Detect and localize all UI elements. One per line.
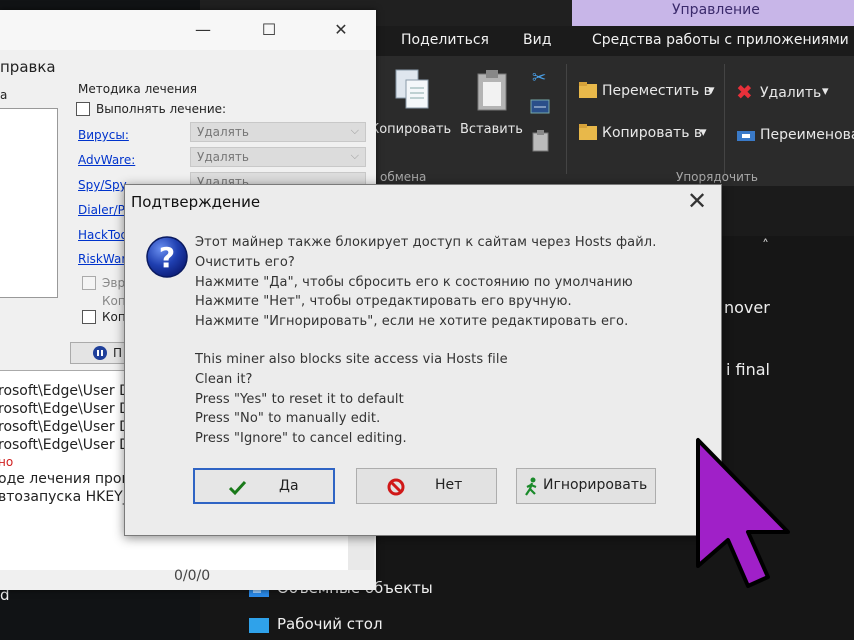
rename-button[interactable]: Переименова (760, 127, 854, 143)
stats-counter: 0/0/0 (174, 568, 211, 584)
confirmation-dialog: Подтверждение ✕ ? Этот майнер также блок… (124, 184, 722, 536)
yes-button[interactable]: Да (193, 468, 335, 504)
paste-button-label[interactable]: Вставить (460, 122, 523, 137)
svg-text:?: ? (159, 241, 175, 274)
list-item[interactable]: nover (724, 298, 770, 317)
message-line: Нажмите "Игнорировать", если не хотите р… (195, 314, 629, 329)
minimize-icon[interactable]: — (192, 20, 214, 39)
message-line: Clean it? (195, 372, 253, 387)
threat-link-viruses[interactable]: Вирусы: (78, 128, 129, 142)
ignore-button-label: Игнорировать (543, 477, 648, 493)
copy-option-label-2: Коп (102, 310, 126, 324)
message-line: Очистить его? (195, 255, 295, 270)
paste-icon[interactable] (476, 68, 510, 118)
threat-link-hacktool[interactable]: HackToo (78, 228, 128, 242)
threat-link-dialer[interactable]: Dialer/P (78, 203, 125, 217)
delete-x-icon[interactable]: ✖ (736, 80, 753, 104)
mouse-pointer-icon (696, 438, 790, 588)
viruses-action-select[interactable]: Удалять ⌵ (190, 122, 366, 142)
message-line: Press "Ignore" to cancel editing. (195, 431, 407, 446)
copy-to-folder-icon[interactable] (578, 122, 598, 146)
tab-manage-context[interactable]: Управление (572, 0, 854, 26)
message-line: Нажмите "Нет", чтобы отредактировать его… (195, 294, 572, 309)
copy-path-icon[interactable] (530, 98, 552, 120)
log-line: втозапуска HKEY_L (0, 489, 138, 505)
log-line: но (0, 455, 14, 469)
copy-button-label[interactable]: Копировать (370, 122, 451, 137)
log-line: rosoft\Edge\User Da (0, 419, 139, 435)
delete-button[interactable]: Удалить (760, 85, 821, 101)
question-icon: ? (145, 235, 189, 279)
message-line: Press "No" to manually edit. (195, 411, 381, 426)
svg-text:✂: ✂ (532, 68, 546, 88)
log-line: rosoft\Edge\User Da (0, 383, 139, 399)
running-figure-icon (525, 477, 537, 496)
copy-to-chevron-down-icon[interactable]: ▾ (700, 125, 707, 140)
rename-icon[interactable] (736, 128, 756, 147)
copy-icon[interactable] (394, 68, 430, 116)
heuristic-label: Эвр (102, 276, 126, 290)
menu-help[interactable]: правка (0, 58, 56, 76)
desktop-folder-icon (248, 616, 270, 634)
dialog-title: Подтверждение (131, 193, 261, 211)
clipboard-group-label: обмена (380, 170, 427, 184)
perform-cure-checkbox[interactable] (76, 102, 90, 116)
message-line: Нажмите "Да", чтобы сбросить его к состо… (195, 275, 633, 290)
ribbon-separator (566, 64, 567, 174)
log-line: rosoft\Edge\User Da (0, 437, 139, 453)
checkmark-icon (229, 480, 247, 496)
threat-link-adware[interactable]: AdvWare: (78, 153, 135, 167)
no-entry-icon (387, 478, 405, 496)
no-button-label: Нет (435, 477, 463, 493)
ignore-button[interactable]: Игнорировать (516, 468, 656, 504)
antivirus-side-list[interactable] (0, 108, 58, 298)
message-line: Этот майнер также блокирует доступ к сай… (195, 235, 657, 250)
nav-item-desktop[interactable]: Рабочий стол (277, 615, 383, 633)
perform-cure-label: Выполнять лечение: (96, 102, 227, 116)
delete-chevron-down-icon[interactable]: ▾ (822, 84, 829, 99)
move-to-button[interactable]: Переместить в (602, 83, 712, 99)
maximize-icon[interactable]: ☐ (258, 20, 280, 39)
pause-button-label: П (113, 346, 123, 360)
move-to-chevron-down-icon[interactable]: ▾ (708, 83, 715, 98)
chevron-down-icon: ⌵ (350, 149, 359, 162)
copy-to-button[interactable]: Копировать в (602, 125, 702, 141)
message-line: This miner also blocks site access via H… (195, 352, 508, 367)
copy-option-label: Коп (102, 294, 126, 308)
tab-app-tools[interactable]: Средства работы с приложениями (592, 32, 849, 48)
close-icon[interactable]: ✕ (330, 20, 352, 39)
heuristic-checkbox[interactable] (82, 276, 96, 290)
threat-link-riskware[interactable]: RiskWar (78, 252, 126, 266)
partial-label: a (0, 88, 8, 102)
adware-action-select[interactable]: Удалять ⌵ (190, 147, 366, 167)
message-line: Press "Yes" to reset it to default (195, 392, 404, 407)
move-to-folder-icon[interactable] (578, 80, 598, 104)
pause-button[interactable]: П (70, 342, 130, 364)
close-icon[interactable]: ✕ (685, 187, 709, 215)
ribbon-separator (724, 64, 725, 174)
tab-share[interactable]: Поделиться (401, 32, 489, 48)
log-line: rosoft\Edge\User Da (0, 401, 139, 417)
scissors-icon[interactable]: ✂ (530, 66, 550, 92)
collapse-chevron-up-icon[interactable]: ˄ (762, 238, 769, 254)
select-value: Удалять (197, 150, 249, 164)
no-button[interactable]: Нет (356, 468, 497, 504)
organize-group-label: Упорядочить (676, 170, 758, 184)
yes-button-label: Да (279, 478, 299, 494)
threat-link-spyware[interactable]: Spy/Spy (78, 178, 127, 192)
copy-option-checkbox[interactable] (82, 310, 96, 324)
list-item[interactable]: i final (726, 360, 770, 379)
paste-shortcut-icon[interactable] (532, 130, 550, 156)
chevron-down-icon: ⌵ (350, 124, 359, 137)
pause-icon (93, 346, 107, 360)
tab-view[interactable]: Вид (523, 32, 551, 48)
antivirus-title-bar: — ☐ ✕ (0, 10, 376, 50)
select-value: Удалять (197, 125, 249, 139)
cure-method-title: Методика лечения (78, 82, 197, 96)
